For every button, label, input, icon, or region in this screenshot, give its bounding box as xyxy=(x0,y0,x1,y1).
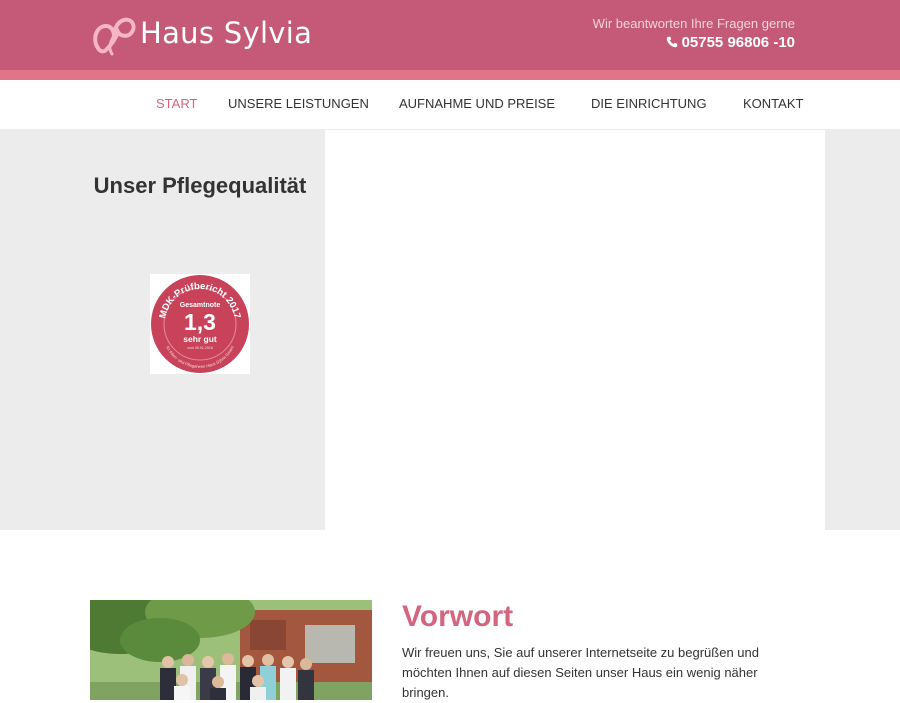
seal-date: vom 05.01.2018 xyxy=(187,346,213,350)
heart-ribbon-icon xyxy=(93,17,136,56)
team-photo xyxy=(90,600,372,700)
contact-box: Wir beantworten Ihre Fragen gerne 05755 … xyxy=(593,16,795,53)
intro-heading: Vorwort xyxy=(402,600,514,633)
nav-item-aufnahme-preise[interactable]: AUFNAHME UND PREISE xyxy=(399,96,555,112)
main-nav: START UNSERE LEISTUNGEN AUFNAHME UND PRE… xyxy=(0,80,900,130)
mdk-seal-icon: MDK-Prüfbericht 2017 für Alten- und Pfle… xyxy=(151,275,249,373)
nav-item-leistungen[interactable]: UNSERE LEISTUNGEN xyxy=(228,96,369,112)
header-bar: Haus Sylvia Wir beantworten Ihre Fragen … xyxy=(0,0,900,70)
site-logo[interactable]: Haus Sylvia xyxy=(90,14,330,58)
right-side-panel xyxy=(825,130,900,530)
seal-label: Gesamtnote xyxy=(180,302,221,309)
phone-number-link[interactable]: 05755 96806 -10 xyxy=(593,33,795,53)
quality-panel: Unser Pflegequalität MDK-Prüfbericht 201… xyxy=(0,130,325,530)
intro-text: Wir freuen uns, Sie auf unserer Internet… xyxy=(402,645,759,700)
seal-rating: sehr gut xyxy=(183,334,217,344)
nav-item-start[interactable]: START xyxy=(156,96,197,112)
seal-grade: 1,3 xyxy=(184,309,216,335)
phone-icon xyxy=(666,36,677,48)
brand-name: Haus Sylvia xyxy=(140,16,313,50)
phone-number: 05755 96806 -10 xyxy=(681,34,795,51)
nav-item-einrichtung[interactable]: DIE EINRICHTUNG xyxy=(591,96,707,112)
contact-tagline: Wir beantworten Ihre Fragen gerne xyxy=(592,16,795,31)
quality-seal[interactable]: MDK-Prüfbericht 2017 für Alten- und Pfle… xyxy=(150,274,250,374)
quality-heading: Unser Pflegequalität xyxy=(93,173,307,198)
header-stripe xyxy=(0,70,900,80)
nav-item-kontakt[interactable]: KONTAKT xyxy=(743,96,803,112)
